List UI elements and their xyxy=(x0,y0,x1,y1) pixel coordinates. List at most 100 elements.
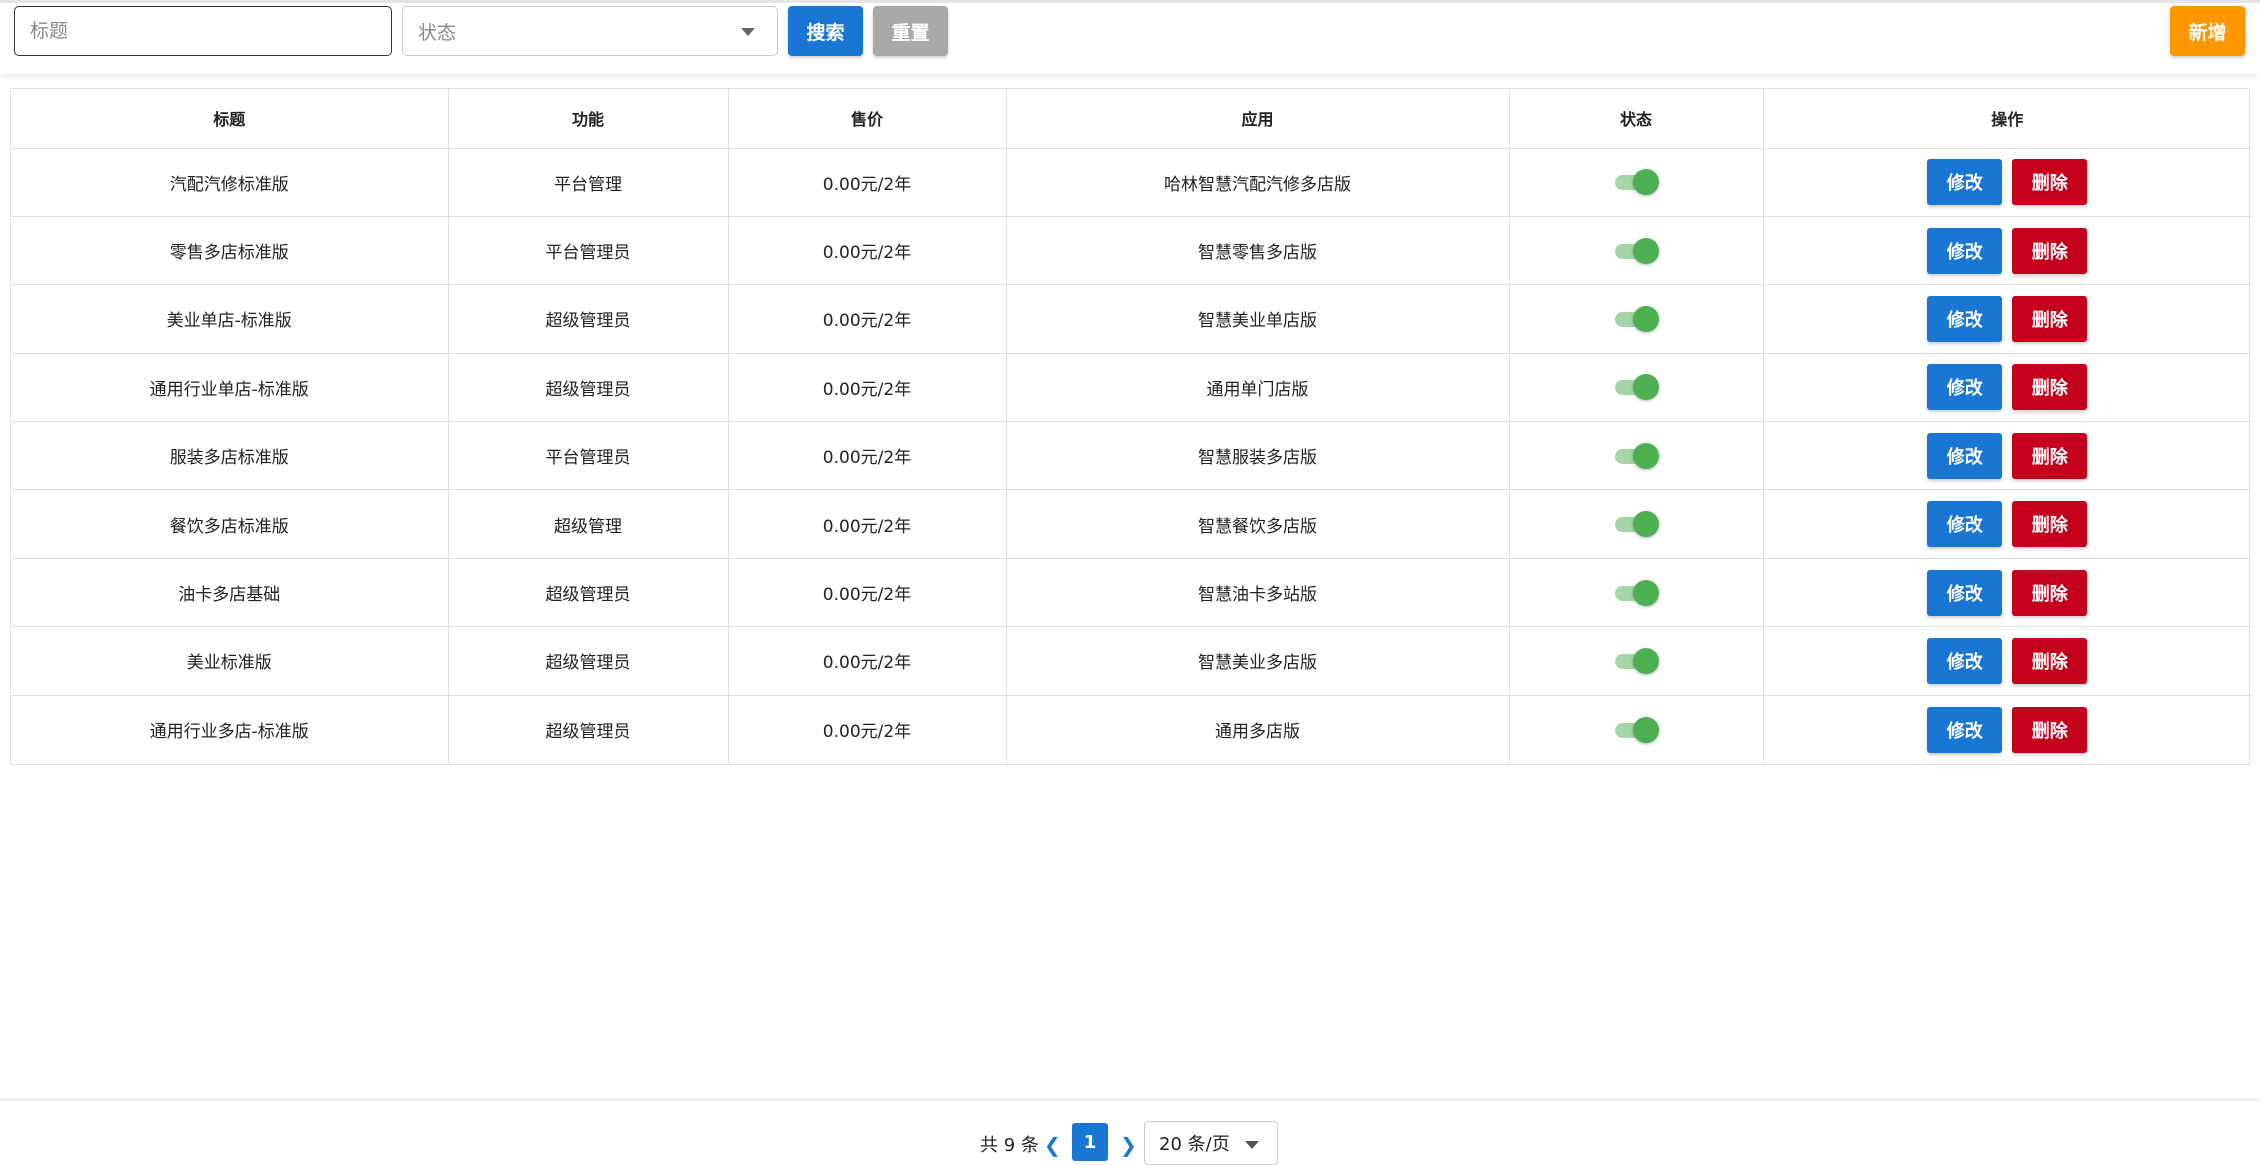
toggle-thumb xyxy=(1633,716,1659,743)
filter-toolbar: 状态 搜索 重置 新增 xyxy=(0,0,2260,74)
chevron-down-icon xyxy=(741,28,755,36)
toggle-thumb xyxy=(1633,374,1659,401)
cell-title: 通用行业单店-标准版 xyxy=(11,353,449,423)
status-toggle[interactable] xyxy=(1613,305,1659,332)
toggle-thumb xyxy=(1633,237,1659,264)
delete-button[interactable]: 删除 xyxy=(2012,227,2088,274)
edit-button[interactable]: 修改 xyxy=(1927,569,2003,616)
delete-button[interactable]: 删除 xyxy=(2012,706,2088,753)
cell-title: 美业标准版 xyxy=(11,626,449,696)
cell-app: 智慧零售多店版 xyxy=(1006,216,1510,286)
table-header-row: 标题 功能 售价 应用 状态 操作 xyxy=(11,89,2251,149)
cell-function: 平台管理 xyxy=(448,148,729,217)
status-select-placeholder: 状态 xyxy=(418,21,457,44)
cell-function: 超级管理员 xyxy=(448,695,729,764)
cell-price: 0.00元/2年 xyxy=(728,489,1007,559)
header-actions: 操作 xyxy=(1763,89,2251,149)
cell-function: 超级管理 xyxy=(448,489,729,559)
status-select[interactable]: 状态 xyxy=(402,6,778,56)
delete-button[interactable]: 删除 xyxy=(2012,569,2088,616)
cell-price: 0.00元/2年 xyxy=(728,421,1007,491)
header-title: 标题 xyxy=(11,89,449,149)
edit-button[interactable]: 修改 xyxy=(1927,227,2003,274)
header-price: 售价 xyxy=(728,89,1007,149)
cell-function: 超级管理员 xyxy=(448,558,729,628)
cell-status xyxy=(1509,695,1764,764)
edit-button[interactable]: 修改 xyxy=(1927,706,2003,753)
status-toggle[interactable] xyxy=(1613,511,1659,538)
chevron-right-icon[interactable]: ❯ xyxy=(1120,1133,1137,1157)
cell-price: 0.00元/2年 xyxy=(728,353,1007,423)
cell-function: 超级管理员 xyxy=(448,626,729,696)
table-row: 零售多店标准版 平台管理员 0.00元/2年 智慧零售多店版 修改 删除 xyxy=(11,216,2251,286)
cell-actions: 修改 删除 xyxy=(1763,353,2251,423)
toggle-thumb xyxy=(1633,511,1659,538)
delete-button[interactable]: 删除 xyxy=(2012,637,2088,684)
cell-actions: 修改 删除 xyxy=(1763,489,2251,559)
cell-price: 0.00元/2年 xyxy=(728,216,1007,286)
cell-app: 智慧美业单店版 xyxy=(1006,284,1510,354)
status-toggle[interactable] xyxy=(1613,442,1659,469)
chevron-left-icon[interactable]: ❮ xyxy=(1044,1133,1061,1157)
cell-function: 平台管理员 xyxy=(448,216,729,286)
header-function: 功能 xyxy=(448,89,729,149)
total-count: 共 9 条 xyxy=(980,1135,1039,1156)
cell-status xyxy=(1509,148,1764,217)
cell-title: 美业单店-标准版 xyxy=(11,284,449,354)
edit-button[interactable]: 修改 xyxy=(1927,295,2003,342)
status-toggle[interactable] xyxy=(1613,374,1659,401)
cell-actions: 修改 删除 xyxy=(1763,695,2251,763)
cell-status xyxy=(1509,558,1764,628)
cell-actions: 修改 删除 xyxy=(1763,284,2251,354)
cell-actions: 修改 删除 xyxy=(1763,421,2251,491)
cell-status xyxy=(1509,284,1764,354)
cell-status xyxy=(1509,216,1764,286)
edit-button[interactable]: 修改 xyxy=(1927,501,2003,548)
edit-button[interactable]: 修改 xyxy=(1927,364,2003,411)
cell-price: 0.00元/2年 xyxy=(728,558,1007,628)
header-app: 应用 xyxy=(1006,89,1510,149)
cell-function: 超级管理员 xyxy=(448,353,729,423)
delete-button[interactable]: 删除 xyxy=(2012,501,2088,548)
cell-app: 哈林智慧汽配汽修多店版 xyxy=(1006,148,1510,217)
cell-price: 0.00元/2年 xyxy=(728,626,1007,696)
cell-actions: 修改 删除 xyxy=(1763,626,2251,696)
toggle-thumb xyxy=(1633,442,1659,469)
edit-button[interactable]: 修改 xyxy=(1927,159,2003,206)
edit-button[interactable]: 修改 xyxy=(1927,432,2003,479)
table-row: 服装多店标准版 平台管理员 0.00元/2年 智慧服装多店版 修改 删除 xyxy=(11,421,2251,491)
cell-actions: 修改 删除 xyxy=(1763,558,2251,628)
cell-title: 油卡多店基础 xyxy=(11,558,449,628)
toggle-thumb xyxy=(1633,647,1659,674)
reset-button[interactable]: 重置 xyxy=(873,6,948,56)
table-row: 餐饮多店标准版 超级管理 0.00元/2年 智慧餐饮多店版 修改 删除 xyxy=(11,489,2251,559)
cell-title: 零售多店标准版 xyxy=(11,216,449,286)
search-button[interactable]: 搜索 xyxy=(788,6,863,56)
delete-button[interactable]: 删除 xyxy=(2012,159,2088,206)
cell-app: 通用多店版 xyxy=(1006,695,1510,764)
status-toggle[interactable] xyxy=(1613,579,1659,606)
delete-button[interactable]: 删除 xyxy=(2012,432,2088,479)
page-number-current[interactable]: 1 xyxy=(1072,1123,1108,1161)
toggle-thumb xyxy=(1633,169,1659,196)
page-size-value: 20 条/页 xyxy=(1159,1134,1230,1155)
status-toggle[interactable] xyxy=(1613,237,1659,264)
edit-button[interactable]: 修改 xyxy=(1927,637,2003,684)
cell-app: 智慧油卡多站版 xyxy=(1006,558,1510,628)
cell-app: 智慧餐饮多店版 xyxy=(1006,489,1510,559)
status-toggle[interactable] xyxy=(1613,647,1659,674)
table-row: 油卡多店基础 超级管理员 0.00元/2年 智慧油卡多站版 修改 删除 xyxy=(11,558,2251,628)
cell-title: 汽配汽修标准版 xyxy=(11,148,449,217)
status-toggle[interactable] xyxy=(1613,169,1659,196)
title-search-input[interactable] xyxy=(14,6,392,56)
page-size-select[interactable]: 20 条/页 xyxy=(1144,1121,1278,1165)
cell-function: 平台管理员 xyxy=(448,421,729,491)
add-button[interactable]: 新增 xyxy=(2170,6,2245,56)
delete-button[interactable]: 删除 xyxy=(2012,364,2088,411)
data-table: 标题 功能 售价 应用 状态 操作 汽配汽修标准版 平台管理 0.00元/2年 哈林智… xyxy=(10,88,2251,765)
cell-title: 餐饮多店标准版 xyxy=(11,489,449,559)
cell-price: 0.00元/2年 xyxy=(728,148,1007,217)
delete-button[interactable]: 删除 xyxy=(2012,295,2088,342)
status-toggle[interactable] xyxy=(1613,716,1659,743)
chevron-down-icon xyxy=(1245,1141,1259,1149)
